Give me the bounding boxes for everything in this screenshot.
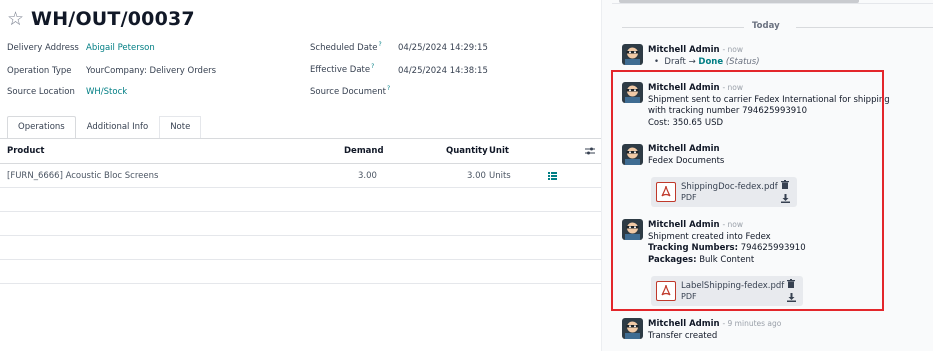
arrow-right-icon: → [688,56,696,67]
notebook-tabs: Operations Additional Info Note [7,116,202,138]
column-header-demand[interactable]: Demand [344,146,384,156]
scheduled-date-label: Scheduled Date [310,42,378,53]
message-body: Mitchell Admin - 9 minutes ago Transfer … [648,318,910,342]
field-label-operation-type: Operation Type [7,66,72,76]
separator-line [622,27,744,28]
record-title: WH/OUT/00037 [31,8,195,30]
row-unit: Units [489,171,511,181]
message-body: Mitchell Admin - now • Draft → Done (Sta… [648,44,910,68]
chatter-message: Mitchell Admin - now • Draft → Done (Sta… [622,44,927,70]
table-header: Product Demand Quantity Unit [0,140,601,164]
message-author[interactable]: Mitchell Admin [648,45,720,55]
scheduled-date-value[interactable]: 04/25/2024 14:29:15 [398,43,488,53]
highlight-box [611,70,884,311]
table-row[interactable] [0,212,601,236]
form-view: ☆ WH/OUT/00037 Delivery Address Abigail … [0,0,601,351]
column-header-product[interactable]: Product [7,146,45,156]
field-label-delivery-address: Delivery Address [7,43,79,53]
sliders-icon[interactable] [585,146,595,156]
column-header-unit[interactable]: Unit [489,146,509,156]
message-time: - now [722,45,744,54]
row-product: [FURN_6666] Acoustic Bloc Screens [7,171,159,181]
star-icon[interactable]: ☆ [7,9,24,29]
field-label-effective-date: Effective Date? [310,63,374,75]
tab-note[interactable]: Note [159,116,202,138]
date-separator-label: Today [752,21,780,31]
bullet: • [654,56,660,67]
delivery-address-link[interactable]: Abigail Peterson [86,43,155,53]
message-text: Transfer created [648,330,718,341]
avatar[interactable] [622,318,643,339]
status-field: (Status) [725,56,760,67]
tracking-value-line: • Draft → Done (Status) [648,57,910,69]
separator-line [796,27,933,28]
field-label-scheduled-date: Scheduled Date? [310,41,382,53]
table-row[interactable] [0,188,601,212]
field-label-source-location: Source Location [7,87,75,97]
row-demand: 3.00 [358,171,377,181]
record-header: ☆ WH/OUT/00037 [7,8,195,30]
tabs-divider [0,138,601,139]
list-icon[interactable] [548,172,557,180]
tab-operations[interactable]: Operations [7,116,76,138]
source-document-label: Source Document [310,86,386,97]
table-row[interactable]: [FURN_6666] Acoustic Bloc Screens 3.00 3… [0,164,601,188]
source-location-link[interactable]: WH/Stock [86,87,127,97]
column-header-quantity[interactable]: Quantity [446,146,488,156]
effective-date-label: Effective Date [310,64,371,75]
help-icon[interactable]: ? [371,63,374,70]
chatter-divider [612,3,933,4]
tab-additional-info[interactable]: Additional Info [76,116,159,138]
field-label-source-document: Source Document? [310,85,390,97]
operation-type-value[interactable]: YourCompany: Delivery Orders [86,66,216,76]
help-icon[interactable]: ? [378,41,381,48]
row-quantity: 3.00 [467,171,486,181]
chatter-message: Mitchell Admin - 9 minutes ago Transfer … [622,318,927,344]
status-new: Done [698,56,724,67]
effective-date-value[interactable]: 04/25/2024 14:38:15 [398,66,488,76]
avatar[interactable] [622,44,643,65]
status-old: Draft [664,56,686,67]
message-author[interactable]: Mitchell Admin [648,319,720,329]
table-row[interactable] [0,236,601,260]
help-icon[interactable]: ? [387,85,390,92]
message-time: - 9 minutes ago [722,319,782,328]
date-separator: Today [622,21,933,33]
table-row[interactable] [0,260,601,284]
